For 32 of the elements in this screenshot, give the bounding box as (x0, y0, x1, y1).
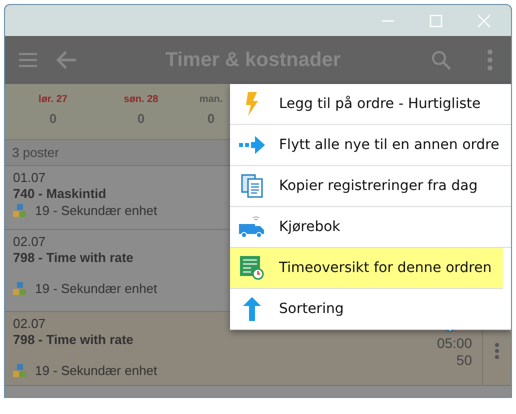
menu-item[interactable]: Flytt alle nye til en annen ordre (230, 125, 511, 166)
entry-title: 740 - Maskintid (13, 186, 106, 202)
entry-title: 798 - Time with rate (13, 250, 134, 266)
cubes-icon (13, 364, 27, 378)
menu-item[interactable]: Legg til på ordre - Hurtigliste (230, 84, 511, 125)
menu-item[interactable]: Timeoversikt for denne ordren (230, 248, 503, 289)
truck-icon (239, 215, 265, 239)
cubes-icon (13, 204, 27, 218)
arrow-right-icon (239, 136, 265, 154)
entry-unit: 19 - Sekundær enhet (35, 280, 158, 298)
documents-icon (239, 174, 265, 198)
entry-title: 798 - Time with rate (13, 332, 134, 348)
day-total: 0 (49, 111, 57, 126)
back-icon[interactable] (55, 50, 77, 70)
entry-date: 02.07 (13, 316, 46, 332)
day-total: 0 (137, 111, 145, 126)
entry-unit: 19 - Sekundær enhet (35, 202, 158, 220)
timesheet-icon (239, 256, 265, 280)
entry-amount: 50 (456, 352, 472, 369)
menu-item[interactable]: Sortering (230, 289, 511, 330)
day-total: 0 (207, 111, 215, 126)
entry-unit: 19 - Sekundær enhet (35, 362, 158, 380)
search-icon[interactable] (431, 50, 451, 70)
entry-date: 01.07 (13, 170, 46, 186)
entry-hours: 05:00 (436, 335, 472, 352)
entry-date: 02.07 (13, 234, 46, 250)
menu-icon[interactable] (19, 53, 37, 67)
entry-count: 3 poster (12, 145, 59, 160)
cubes-icon (13, 282, 27, 296)
more-icon[interactable] (494, 342, 500, 360)
menu-item[interactable]: Kopier registreringer fra dag (230, 166, 511, 207)
more-icon[interactable] (487, 49, 493, 71)
